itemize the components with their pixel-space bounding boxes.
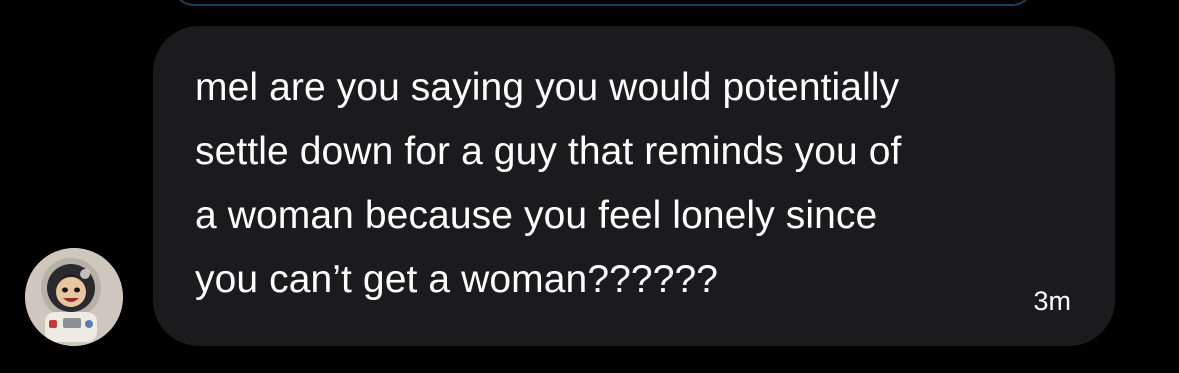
sender-avatar[interactable]: [25, 248, 123, 346]
previous-message-bubble-edge: [172, 0, 1034, 6]
astronaut-avatar-icon: [25, 248, 123, 346]
message-bubble[interactable]: mel are you saying you would potentially…: [153, 26, 1115, 346]
message-text: mel are you saying you would potentially…: [195, 66, 902, 301]
message-timestamp: 3m: [1033, 286, 1071, 316]
